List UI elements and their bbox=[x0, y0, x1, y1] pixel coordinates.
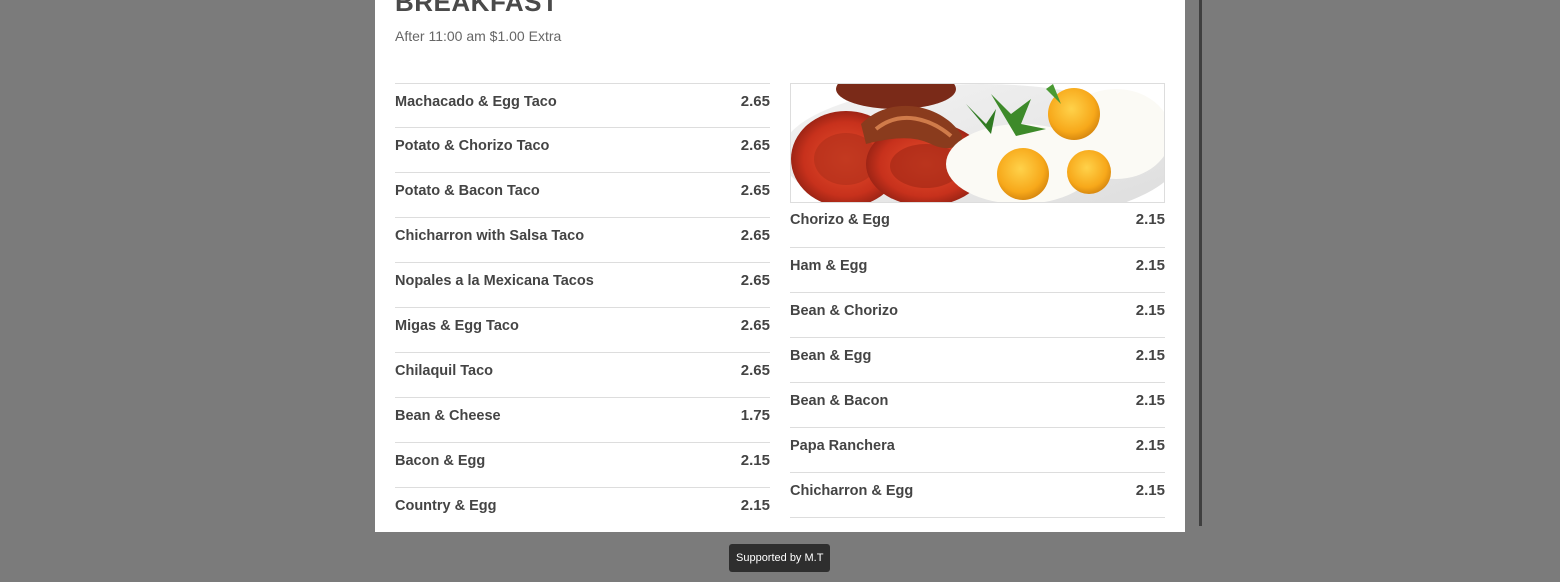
menu-item-name: Country & Egg bbox=[395, 498, 497, 514]
menu-item-price: 2.15 bbox=[1135, 257, 1165, 274]
menu-item: Papa Ranchera 2.15 bbox=[790, 428, 1165, 473]
menu-item-name: Chicharron with Salsa Taco bbox=[395, 228, 585, 244]
menu-item-name: Bean & Bacon bbox=[790, 393, 889, 409]
menu-item: Bean & Cheese 1.75 bbox=[395, 398, 770, 443]
menu-item: Bean & Bacon 2.15 bbox=[790, 383, 1165, 428]
menu-item-name: Chicharron & Egg bbox=[790, 483, 914, 499]
menu-item-price: 2.15 bbox=[1135, 211, 1165, 228]
menu-column-right: Chorizo & Egg 2.15 Ham & Egg 2.15 Bean &… bbox=[790, 83, 1165, 518]
menu-item: Potato & Bacon Taco 2.65 bbox=[395, 173, 770, 218]
menu-item-price: 2.65 bbox=[740, 93, 770, 110]
menu-item-name: Bean & Egg bbox=[790, 348, 872, 364]
menu-item-name: Chilaquil Taco bbox=[395, 363, 494, 379]
menu-item-name: Papa Ranchera bbox=[790, 438, 895, 454]
menu-item: Chorizo & Egg 2.15 bbox=[790, 210, 1165, 248]
menu-item: Chicharron & Egg 2.15 bbox=[790, 473, 1165, 518]
menu-item: Bean & Egg 2.15 bbox=[790, 338, 1165, 383]
menu-item-name: Bean & Chorizo bbox=[790, 303, 898, 319]
menu-item-price: 2.15 bbox=[1135, 482, 1165, 499]
menu-column-left: Machacado & Egg Taco 2.65 Potato & Chori… bbox=[395, 83, 770, 532]
scrollbar[interactable] bbox=[1199, 0, 1202, 526]
menu-item-price: 2.15 bbox=[740, 497, 770, 514]
menu-item-name: Migas & Egg Taco bbox=[395, 318, 519, 334]
breakfast-photo bbox=[790, 83, 1165, 203]
menu-item-price: 2.65 bbox=[740, 362, 770, 379]
menu-item: Chicharron with Salsa Taco 2.65 bbox=[395, 218, 770, 263]
menu-modal: BREAKFAST After 11:00 am $1.00 Extra Mac… bbox=[375, 0, 1185, 532]
menu-item-price: 2.65 bbox=[740, 137, 770, 154]
page: BREAKFAST After 11:00 am $1.00 Extra Mac… bbox=[0, 0, 1560, 582]
menu-item-price: 2.65 bbox=[740, 227, 770, 244]
menu-item: Country & Egg 2.15 bbox=[395, 488, 770, 532]
menu-item: Nopales a la Mexicana Tacos 2.65 bbox=[395, 263, 770, 308]
menu-item-price: 2.15 bbox=[1135, 392, 1165, 409]
menu-item-price: 2.15 bbox=[1135, 302, 1165, 319]
menu-item-name: Nopales a la Mexicana Tacos bbox=[395, 273, 594, 289]
menu-subtitle: After 11:00 am $1.00 Extra bbox=[395, 28, 562, 44]
supported-by-badge[interactable]: Supported by M.T bbox=[729, 544, 831, 572]
menu-item-name: Chorizo & Egg bbox=[790, 212, 890, 228]
menu-item-price: 2.65 bbox=[740, 182, 770, 199]
menu-item-price: 2.15 bbox=[1135, 437, 1165, 454]
breakfast-photo-image bbox=[791, 84, 1164, 202]
menu-item-price: 2.15 bbox=[1135, 347, 1165, 364]
menu-item: Chilaquil Taco 2.65 bbox=[395, 353, 770, 398]
menu-item: Machacado & Egg Taco 2.65 bbox=[395, 83, 770, 128]
menu-item-price: 2.15 bbox=[740, 452, 770, 469]
menu-item-name: Bacon & Egg bbox=[395, 453, 486, 469]
menu-item: Migas & Egg Taco 2.65 bbox=[395, 308, 770, 353]
menu-item: Bean & Chorizo 2.15 bbox=[790, 293, 1165, 338]
menu-item-price: 2.65 bbox=[740, 272, 770, 289]
menu-item-name: Machacado & Egg Taco bbox=[395, 94, 557, 110]
menu-title: BREAKFAST bbox=[395, 0, 559, 17]
menu-item-name: Potato & Chorizo Taco bbox=[395, 138, 550, 154]
menu-item: Bacon & Egg 2.15 bbox=[395, 443, 770, 488]
menu-item-price: 1.75 bbox=[740, 407, 770, 424]
menu-item-name: Ham & Egg bbox=[790, 258, 868, 274]
menu-item-name: Potato & Bacon Taco bbox=[395, 183, 540, 199]
menu-item: Potato & Chorizo Taco 2.65 bbox=[395, 128, 770, 173]
menu-item-price: 2.65 bbox=[740, 317, 770, 334]
menu-item: Ham & Egg 2.15 bbox=[790, 248, 1165, 293]
menu-item-name: Bean & Cheese bbox=[395, 408, 501, 424]
